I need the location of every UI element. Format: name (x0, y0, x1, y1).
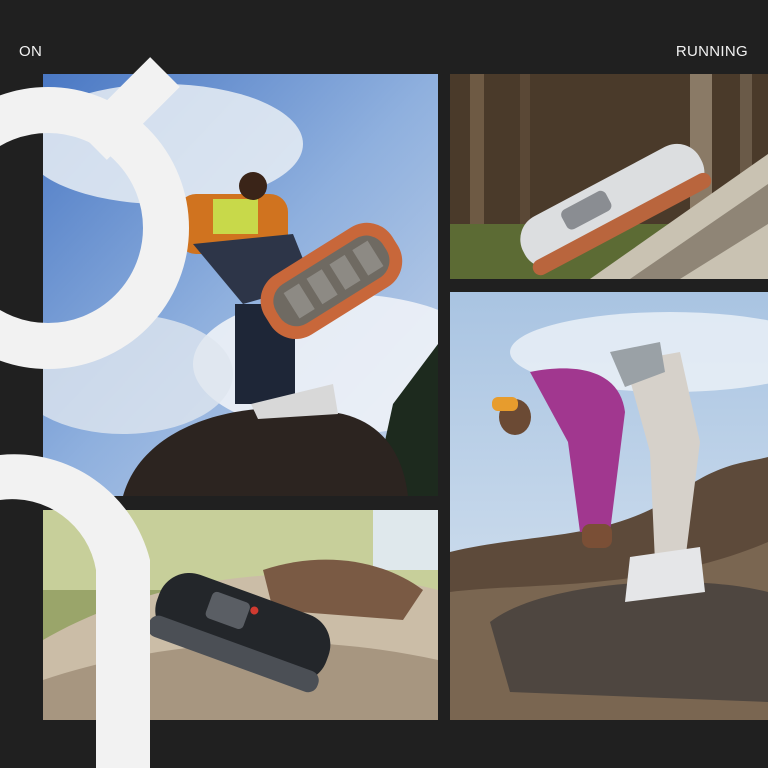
grey-shoe-on-log-photo (450, 74, 768, 279)
brand-label-right: RUNNING (675, 43, 748, 60)
brand-label-left: ON (19, 43, 43, 60)
purple-hoodie-hiker-photo (450, 292, 768, 720)
black-shoe-on-log-photo (43, 510, 438, 720)
hiker-sole-closeup-photo (43, 74, 438, 496)
